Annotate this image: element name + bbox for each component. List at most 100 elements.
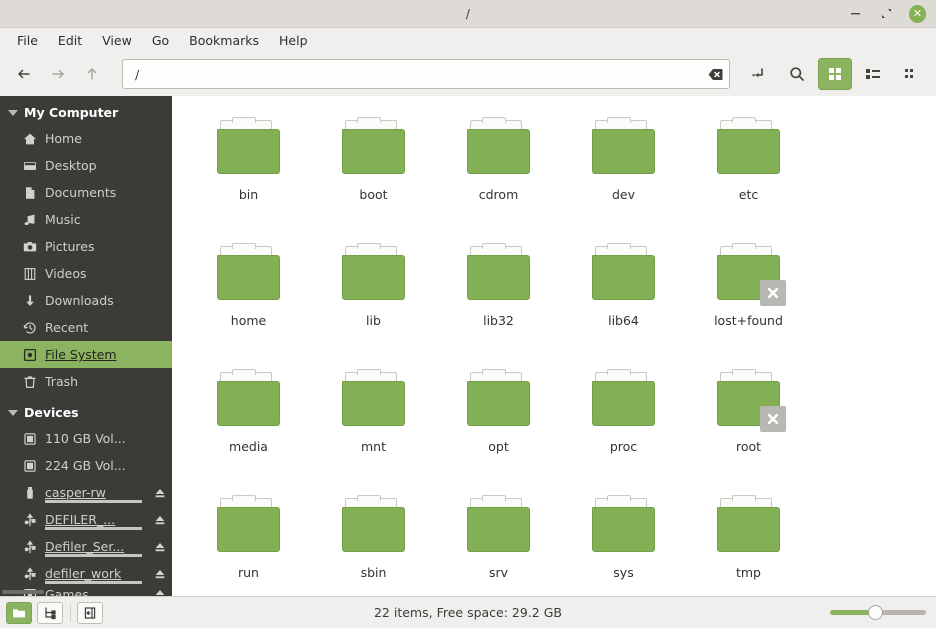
sidebar-item-trash[interactable]: Trash [0,368,172,395]
menu-view[interactable]: View [93,30,141,51]
sidebar-toggle-button[interactable] [77,601,103,624]
file-item[interactable]: sys [561,488,686,596]
file-item[interactable]: proc [561,362,686,488]
back-button[interactable] [8,59,40,89]
file-item[interactable]: lib64 [561,236,686,362]
file-item[interactable]: cdrom [436,110,561,236]
sidebar-group-my-computer[interactable]: My Computer [0,100,172,125]
sidebar-item-volume-224gb[interactable]: 224 GB Vol... [0,452,172,479]
menu-edit[interactable]: Edit [49,30,91,51]
sidebar-group-label: Devices [24,405,79,420]
sidebar: My Computer Home Desktop Documents Music… [0,96,172,596]
file-item[interactable]: boot [311,110,436,236]
clear-icon[interactable] [708,67,723,82]
document-icon [22,185,37,200]
file-label: cdrom [478,187,519,202]
sidebar-item-label: Pictures [45,239,95,254]
folder-icon [216,495,282,554]
sidebar-item-label: casper-rw [45,485,106,500]
path-input[interactable]: / [122,59,730,89]
sidebar-item-label: Trash [45,374,79,389]
sidebar-item-home[interactable]: Home [0,125,172,152]
file-item[interactable]: lost+found [686,236,811,362]
no-access-emblem-icon [759,406,786,432]
sidebar-group-label: My Computer [24,105,119,120]
open-terminal-button[interactable] [742,58,776,90]
file-label: srv [488,565,509,580]
file-item[interactable]: opt [436,362,561,488]
icon-view-toggle-button[interactable] [6,601,32,624]
file-label: lib64 [608,313,639,328]
up-button[interactable] [76,59,108,89]
maximize-button[interactable] [878,5,895,22]
view-compact-button[interactable] [894,58,928,90]
sidebar-item-label: File System [45,347,117,362]
minimize-button[interactable] [847,5,864,22]
eject-icon[interactable] [153,567,166,580]
path-value: / [135,66,140,82]
file-item[interactable]: etc [686,110,811,236]
close-button[interactable]: ✕ [909,4,926,23]
file-item[interactable]: media [186,362,311,488]
menu-file[interactable]: File [8,30,47,51]
file-label: bin [238,187,259,202]
sidebar-item-downloads[interactable]: Downloads [0,287,172,314]
file-item[interactable]: mnt [311,362,436,488]
tree-view-toggle-button[interactable] [37,601,63,624]
toolbar: / [0,52,936,96]
file-item[interactable]: lib [311,236,436,362]
home-icon [22,131,37,146]
file-item[interactable]: lib32 [436,236,561,362]
file-item[interactable]: root [686,362,811,488]
sidebar-scrollbar[interactable] [2,590,44,594]
file-label: sbin [360,565,387,580]
folder-icon [466,243,532,302]
eject-icon[interactable] [153,587,166,596]
menu-bookmarks[interactable]: Bookmarks [180,30,268,51]
view-list-button[interactable] [856,58,890,90]
sidebar-item-recent[interactable]: Recent [0,314,172,341]
sidebar-item-defiler[interactable]: DEFILER_... [0,506,172,533]
file-item[interactable]: home [186,236,311,362]
sidebar-item-label: Recent [45,320,89,335]
sidebar-item-defiler-ser[interactable]: Defiler_Ser... [0,533,172,560]
folder-icon [716,243,786,306]
file-label: home [230,313,267,328]
file-label: run [238,565,259,580]
file-item[interactable]: run [186,488,311,596]
zoom-slider[interactable] [830,604,926,622]
eject-icon[interactable] [153,513,166,526]
main-body: My Computer Home Desktop Documents Music… [0,96,936,596]
file-item[interactable]: bin [186,110,311,236]
sidebar-item-volume-110gb[interactable]: 110 GB Vol... [0,425,172,452]
search-button[interactable] [780,58,814,90]
sidebar-item-defiler-work[interactable]: defiler_work [0,560,172,587]
sidebar-group-devices[interactable]: Devices [0,400,172,425]
sidebar-item-desktop[interactable]: Desktop [0,152,172,179]
file-list-view[interactable]: bin boot cdrom dev etc home lib lib32 li… [172,96,936,596]
zoom-slider-handle[interactable] [868,605,883,620]
folder-icon [216,117,282,176]
file-label: media [229,439,268,454]
menu-help[interactable]: Help [270,30,317,51]
sidebar-item-documents[interactable]: Documents [0,179,172,206]
view-icons-button[interactable] [818,58,852,90]
folder-icon [466,117,532,176]
file-label: etc [738,187,759,202]
sidebar-item-videos[interactable]: Videos [0,260,172,287]
file-item[interactable]: tmp [686,488,811,596]
file-item[interactable]: sbin [311,488,436,596]
file-label: opt [488,439,509,454]
title-bar: / ✕ [0,0,936,28]
eject-icon[interactable] [153,540,166,553]
eject-icon[interactable] [153,486,166,499]
file-item[interactable]: srv [436,488,561,596]
sidebar-item-pictures[interactable]: Pictures [0,233,172,260]
sidebar-item-music[interactable]: Music [0,206,172,233]
menu-go[interactable]: Go [143,30,178,51]
file-label: proc [609,439,638,454]
file-item[interactable]: dev [561,110,686,236]
sidebar-item-casper-rw[interactable]: casper-rw [0,479,172,506]
sidebar-item-file-system[interactable]: File System [0,341,172,368]
forward-button[interactable] [42,59,74,89]
